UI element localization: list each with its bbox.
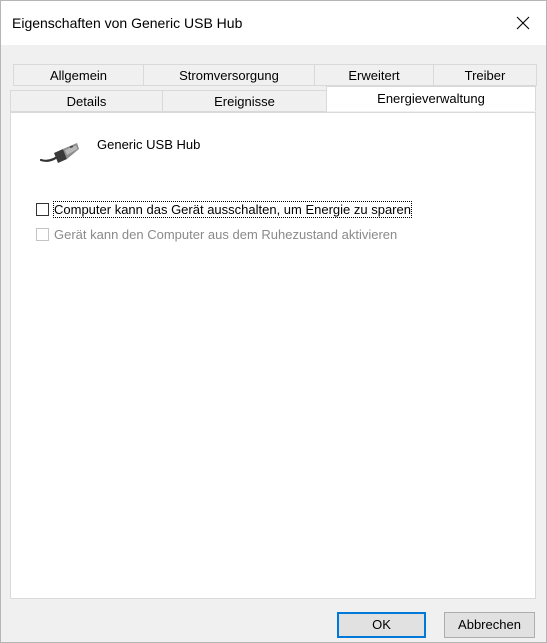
tab-label: Ereignisse <box>214 94 275 109</box>
tab-label: Allgemein <box>49 68 108 83</box>
wakeup-label: Gerät kann den Computer aus dem Ruhezust… <box>54 227 398 242</box>
tab-label: Details <box>66 94 107 109</box>
power-off-label[interactable]: Computer kann das Gerät ausschalten, um … <box>53 201 412 218</box>
tab-details[interactable]: Details <box>10 90 163 112</box>
tab-allgemein[interactable]: Allgemein <box>13 64 144 86</box>
tab-label: Erweitert <box>348 68 400 83</box>
properties-dialog: Eigenschaften von Generic USB Hub Allgem… <box>0 0 547 643</box>
usb-connector-icon <box>39 143 79 163</box>
title-bar: Eigenschaften von Generic USB Hub <box>1 1 546 45</box>
device-name: Generic USB Hub <box>97 137 201 152</box>
option-allow-power-off[interactable]: Computer kann das Gerät ausschalten, um … <box>36 201 412 218</box>
tab-energieverwaltung[interactable]: Energieverwaltung <box>326 86 536 111</box>
tab-label: Treiber <box>464 68 506 83</box>
tab-treiber[interactable]: Treiber <box>433 64 537 86</box>
ok-button[interactable]: OK <box>337 612 426 638</box>
tab-stromversorgung[interactable]: Stromversorgung <box>143 64 315 86</box>
option-allow-wakeup: Gerät kann den Computer aus dem Ruhezust… <box>36 227 397 242</box>
close-icon <box>516 16 530 30</box>
cancel-button[interactable]: Abbrechen <box>444 612 535 638</box>
window-title: Eigenschaften von Generic USB Hub <box>12 15 243 31</box>
close-button[interactable] <box>500 1 546 45</box>
power-off-checkbox[interactable] <box>36 203 49 216</box>
tab-label: Energieverwaltung <box>377 91 485 106</box>
wakeup-checkbox <box>36 228 49 241</box>
tab-ereignisse[interactable]: Ereignisse <box>162 90 327 112</box>
tab-erweitert[interactable]: Erweitert <box>314 64 434 86</box>
tab-panel-energieverwaltung: Generic USB Hub Computer kann das Gerät … <box>10 112 536 599</box>
tab-label: Stromversorgung <box>179 68 279 83</box>
